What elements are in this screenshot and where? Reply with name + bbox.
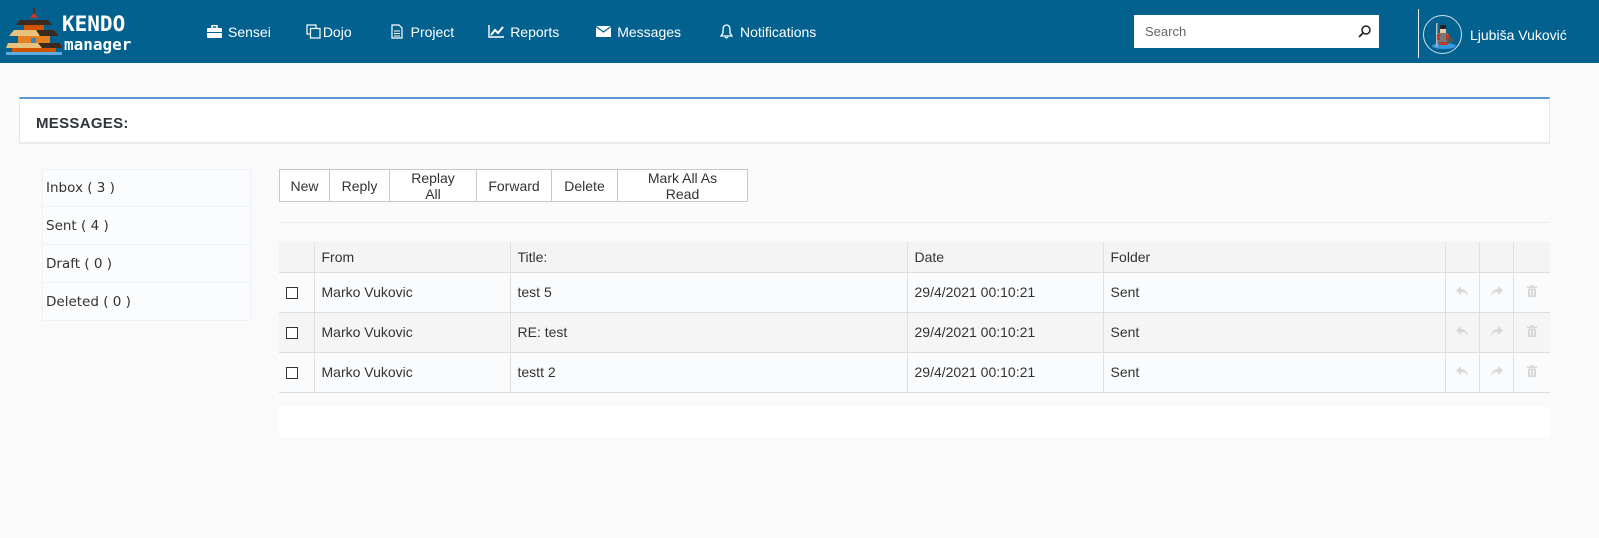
nav-messages-label: Messages	[617, 23, 682, 40]
nav-dojo[interactable]: Dojo	[306, 0, 352, 63]
folder-sent[interactable]: Sent ( 4 )	[42, 207, 251, 245]
envelope-icon	[595, 24, 611, 40]
col-delete	[1513, 242, 1550, 273]
forward-button[interactable]: Forward	[477, 169, 552, 202]
user-menu[interactable]: Ljubiša Vuković	[1423, 15, 1567, 54]
table-row[interactable]: Marko Vukovic test 5 29/4/2021 00:10:21 …	[279, 272, 1550, 312]
messages-header-panel: MESSAGES:	[19, 97, 1550, 144]
table-header-row: From Title: Date Folder	[279, 242, 1550, 273]
svg-text:manager: manager	[64, 35, 131, 54]
col-title[interactable]: Title:	[510, 242, 908, 273]
copy-icon	[306, 24, 322, 40]
nav-sensei[interactable]: Sensei	[206, 0, 271, 63]
messages-table: From Title: Date Folder Marko Vukovic te…	[279, 242, 1550, 393]
pagoda-logo-icon: KENDO manager	[6, 8, 131, 55]
nav-project[interactable]: Project	[389, 0, 455, 63]
search-input[interactable]	[1134, 15, 1349, 48]
col-date[interactable]: Date	[907, 242, 1104, 273]
delete-button[interactable]: Delete	[552, 169, 618, 202]
message-toolbar: New Reply Replay All Forward Delete Mark…	[279, 169, 748, 202]
nav-notifications-label: Notifications	[740, 23, 817, 40]
trash-icon[interactable]	[1526, 285, 1537, 297]
cell-folder: Sent	[1103, 352, 1446, 392]
forward-icon[interactable]	[1490, 326, 1503, 337]
col-folder[interactable]: Folder	[1103, 242, 1446, 273]
samurai-avatar-icon	[1431, 22, 1456, 49]
row-checkbox[interactable]	[286, 287, 298, 300]
cell-title[interactable]: test 5	[510, 272, 908, 312]
svg-text:KENDO: KENDO	[62, 12, 125, 36]
reply-button[interactable]: Reply	[330, 169, 390, 202]
nav-messages[interactable]: Messages	[595, 0, 681, 63]
page-title: MESSAGES:	[36, 115, 129, 132]
cell-date: 29/4/2021 00:10:21	[907, 272, 1104, 312]
forward-icon[interactable]	[1490, 366, 1503, 377]
reply-icon[interactable]	[1455, 366, 1469, 377]
cell-title[interactable]: testt 2	[510, 352, 908, 392]
cell-title[interactable]: RE: test	[510, 312, 908, 352]
trash-icon[interactable]	[1526, 365, 1537, 377]
briefcase-icon	[206, 24, 222, 40]
nav-project-label: Project	[410, 23, 455, 40]
folder-draft[interactable]: Draft ( 0 )	[42, 245, 251, 283]
navbar-divider	[1418, 9, 1419, 58]
cell-from: Marko Vukovic	[314, 352, 511, 392]
cell-from: Marko Vukovic	[314, 272, 511, 312]
nav-sensei-label: Sensei	[228, 23, 271, 40]
mark-all-read-button[interactable]: Mark All As Read	[618, 169, 748, 202]
cell-folder: Sent	[1103, 312, 1446, 352]
nav-notifications[interactable]: Notifications	[718, 0, 816, 63]
folder-deleted[interactable]: Deleted ( 0 )	[42, 283, 251, 321]
row-checkbox[interactable]	[286, 367, 298, 380]
nav-reports-label: Reports	[510, 23, 560, 40]
kendo-manager-logo[interactable]: KENDO manager	[4, 6, 154, 56]
table-row[interactable]: Marko Vukovic testt 2 29/4/2021 00:10:21…	[279, 352, 1550, 392]
folder-inbox[interactable]: Inbox ( 3 )	[42, 169, 251, 207]
main-nav: Sensei Dojo Project Reports Messages Not…	[206, 0, 816, 63]
new-button[interactable]: New	[279, 169, 330, 202]
document-icon	[389, 24, 405, 40]
table-footer	[279, 407, 1550, 437]
col-select	[279, 242, 315, 273]
col-forward	[1479, 242, 1514, 273]
user-name[interactable]: Ljubiša Vuković	[1470, 27, 1567, 43]
forward-icon[interactable]	[1490, 286, 1503, 297]
line-chart-icon	[488, 24, 505, 40]
row-checkbox[interactable]	[286, 327, 298, 340]
bell-icon	[718, 24, 734, 40]
nav-dojo-label: Dojo	[322, 23, 352, 40]
search-box	[1134, 15, 1379, 48]
toolbar-divider	[279, 222, 1550, 223]
nav-reports[interactable]: Reports	[488, 0, 559, 63]
folder-list: Inbox ( 3 ) Sent ( 4 ) Draft ( 0 ) Delet…	[42, 169, 251, 321]
cell-folder: Sent	[1103, 272, 1446, 312]
reply-all-button[interactable]: Replay All	[390, 169, 477, 202]
cell-date: 29/4/2021 00:10:21	[907, 312, 1104, 352]
col-reply	[1445, 242, 1480, 273]
reply-icon[interactable]	[1455, 326, 1469, 337]
search-icon[interactable]	[1349, 25, 1379, 38]
reply-icon[interactable]	[1455, 286, 1469, 297]
cell-from: Marko Vukovic	[314, 312, 511, 352]
top-navbar: KENDO manager Sensei Dojo Project Report…	[0, 0, 1599, 63]
table-row[interactable]: Marko Vukovic RE: test 29/4/2021 00:10:2…	[279, 312, 1550, 352]
avatar[interactable]	[1423, 15, 1462, 54]
trash-icon[interactable]	[1526, 325, 1537, 337]
cell-date: 29/4/2021 00:10:21	[907, 352, 1104, 392]
col-from[interactable]: From	[314, 242, 511, 273]
